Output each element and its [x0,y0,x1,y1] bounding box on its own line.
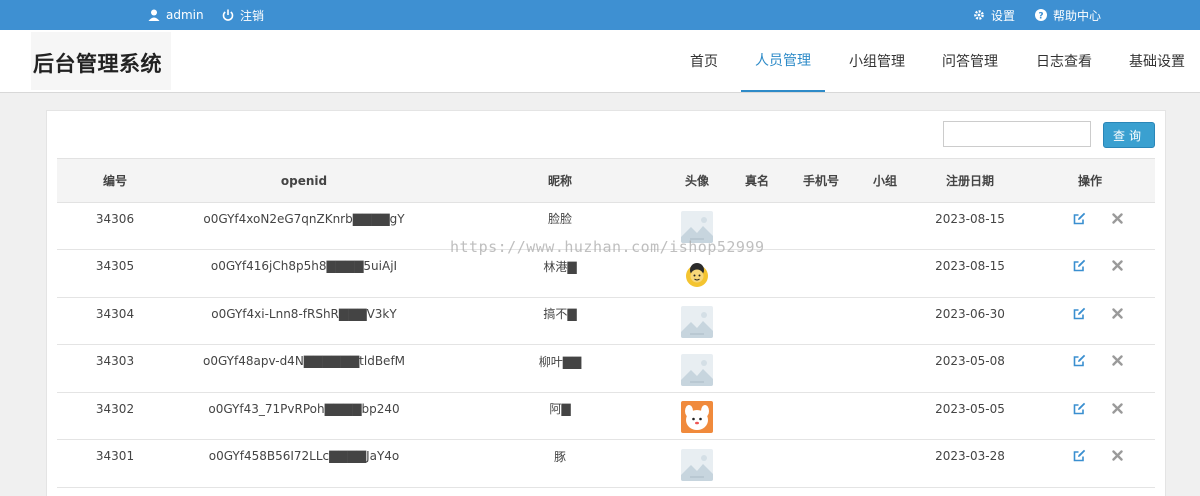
edit-icon [1073,354,1085,367]
help-icon: ? [1035,9,1047,21]
col-group: 小组 [872,174,898,188]
avatar [681,448,713,481]
edit-icon [1073,402,1085,414]
settings-label: 设置 [991,8,1016,23]
user-menu[interactable]: admin [148,0,204,30]
col-openid: openid [280,173,328,188]
delete-icon [1111,307,1123,319]
cell-date: 2023-05-08 [935,354,1005,368]
username-label: admin [166,8,204,22]
delete-button[interactable] [1110,449,1124,463]
col-date: 注册日期 [945,174,995,188]
table-row: 34301 o0GYf458B56I72LLc▇▇▇▇JaY4o 豚 2023-03-… [57,441,1155,488]
cell-openid: o0GYf43_71PvRPoh▇▇▇▇bp240 [208,401,400,416]
edit-button[interactable] [1072,354,1086,368]
avatar [681,258,713,291]
edit-button[interactable] [1072,449,1086,463]
delete-button[interactable] [1110,401,1124,415]
cell-nickname: 脸脸 [547,212,573,226]
top-bar: admin 注销 设置 ? 帮助中心 [0,0,1200,30]
cell-id: 34301 [95,449,135,463]
table-row: 34304 o0GYf4xi-Lnn8-fRShR▇▇▇V3kY 搞不▇ 2023-0… [57,298,1155,345]
help-label: 帮助中心 [1053,8,1102,23]
help-link[interactable]: ? 帮助中心 [1035,0,1101,30]
logo-area: 后台管理系统 [31,32,171,90]
avatar [681,353,713,386]
delete-icon [1111,260,1123,271]
search-button[interactable]: 查询 [1103,122,1155,148]
nav-settings[interactable]: 基础设置 [1118,30,1196,92]
edit-button[interactable] [1072,259,1086,273]
avatar [681,306,713,338]
cell-nickname: 豚 [553,449,567,464]
col-realname: 真名 [744,174,770,188]
cell-date: 2023-08-15 [935,211,1005,226]
delete-button[interactable] [1110,354,1124,368]
nav-groups[interactable]: 小组管理 [838,30,916,92]
content-panel: 查询 编号 openid 昵称 头像 真名 手机号 小组 注册日期 操作 343… [46,110,1166,496]
cell-date: 2023-05-05 [935,401,1005,416]
cell-nickname: 柳叶▇▇ [538,354,582,369]
table-row: 34303 o0GYf48apv-d4N▇▇▇▇▇▇tldBefM 柳叶▇▇ 2023… [57,346,1155,393]
edit-button[interactable] [1072,306,1086,320]
avatar [681,401,713,433]
logout-link[interactable]: 注销 [222,0,264,30]
edit-icon [1073,212,1085,224]
col-avatar: 头像 [684,174,710,188]
nav-logs[interactable]: 日志查看 [1025,30,1103,92]
app-header: 后台管理系统 首页 人员管理 小组管理 问答管理 日志查看 基础设置 [0,30,1200,93]
gear-icon [974,10,984,20]
delete-icon [1111,402,1123,414]
cell-id: 34304 [95,306,135,321]
power-icon [222,9,234,21]
svg-text:?: ? [1038,12,1043,22]
edit-icon [1073,259,1085,272]
cell-id: 34305 [95,259,135,273]
app-logo: 后台管理系统 [33,52,162,76]
nav-qa[interactable]: 问答管理 [931,30,1009,92]
logout-label: 注销 [240,8,265,23]
edit-icon [1073,307,1085,319]
cell-id: 34303 [95,354,135,368]
delete-icon [1111,212,1123,224]
cell-id: 34302 [95,401,135,416]
col-phone: 手机号 [802,174,840,188]
search-input[interactable] [943,121,1091,147]
cell-nickname: 阿▇ [549,402,571,416]
cell-date: 2023-03-28 [935,449,1005,463]
cell-openid: o0GYf48apv-d4N▇▇▇▇▇▇tldBefM [202,354,406,368]
edit-button[interactable] [1072,401,1086,415]
watermark: https://www.huzhan.com/ishop52999 [450,238,765,256]
cell-date: 2023-06-30 [935,306,1005,321]
cell-id: 34306 [95,211,135,226]
cell-nickname: 搞不▇ [543,307,577,321]
cell-date: 2023-08-15 [935,259,1005,273]
edit-icon [1073,449,1085,462]
table-header: 编号 openid 昵称 头像 真名 手机号 小组 注册日期 操作 [57,158,1155,203]
cell-openid: o0GYf4xi-Lnn8-fRShR▇▇▇V3kY [211,306,397,321]
col-nickname: 昵称 [547,174,573,188]
cell-openid: o0GYf4xoN2eG7qnZKnrb▇▇▇▇gY [203,211,405,226]
delete-icon [1111,355,1123,366]
col-actions: 操作 [1077,174,1103,188]
settings-link[interactable]: 设置 [973,0,1015,30]
table-row: 34302 o0GYf43_71PvRPoh▇▇▇▇bp240 阿▇ 2023-05-… [57,393,1155,440]
user-icon [148,9,160,21]
cell-openid: o0GYf458B56I72LLc▇▇▇▇JaY4o [208,449,400,463]
edit-button[interactable] [1072,211,1086,225]
nav-home[interactable]: 首页 [676,30,732,92]
delete-button[interactable] [1110,211,1124,225]
delete-icon [1111,450,1123,461]
delete-button[interactable] [1110,306,1124,320]
cell-openid: o0GYf416jCh8p5h8▇▇▇▇5uiAjI [210,259,398,273]
nav-personnel[interactable]: 人员管理 [741,30,825,92]
col-id: 编号 [102,174,128,188]
delete-button[interactable] [1110,259,1124,273]
table-row: 34305 o0GYf416jCh8p5h8▇▇▇▇5uiAjI 林港▇ 2023-0… [57,251,1155,298]
